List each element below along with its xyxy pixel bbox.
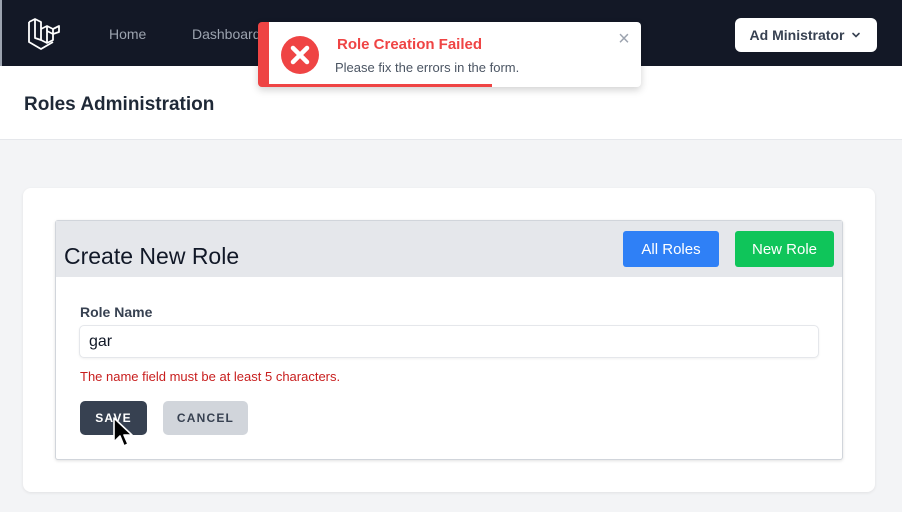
mouse-pointer-icon xyxy=(113,417,133,447)
toast-message: Please fix the errors in the form. xyxy=(335,60,520,75)
toast-title: Role Creation Failed xyxy=(337,36,483,53)
laravel-logo-icon[interactable] xyxy=(26,16,62,52)
page-title: Roles Administration xyxy=(24,94,215,115)
panel-title: Create New Role xyxy=(64,243,240,269)
role-name-input[interactable] xyxy=(79,325,819,358)
new-role-button[interactable]: New Role xyxy=(735,231,834,267)
close-icon[interactable]: × xyxy=(615,29,633,49)
nav-link-home[interactable]: Home xyxy=(109,26,146,42)
cancel-button[interactable]: CANCEL xyxy=(163,401,248,435)
toast-progress-bar xyxy=(269,84,493,87)
user-name: Ad Ministrator xyxy=(749,27,845,43)
role-name-label: Role Name xyxy=(80,304,153,320)
error-x-circle-icon xyxy=(281,36,319,74)
nav-link-dashboard[interactable]: Dashboard xyxy=(192,26,261,42)
create-role-panel: Create New Role All Roles New Role Role … xyxy=(55,220,843,460)
user-menu-button[interactable]: Ad Ministrator xyxy=(735,18,877,52)
all-roles-button[interactable]: All Roles xyxy=(623,231,719,267)
role-name-error: The name field must be at least 5 charac… xyxy=(80,369,341,384)
chevron-down-icon xyxy=(852,32,861,38)
panel-header: Create New Role All Roles New Role xyxy=(56,221,842,277)
error-toast: Role Creation Failed Please fix the erro… xyxy=(258,22,641,87)
